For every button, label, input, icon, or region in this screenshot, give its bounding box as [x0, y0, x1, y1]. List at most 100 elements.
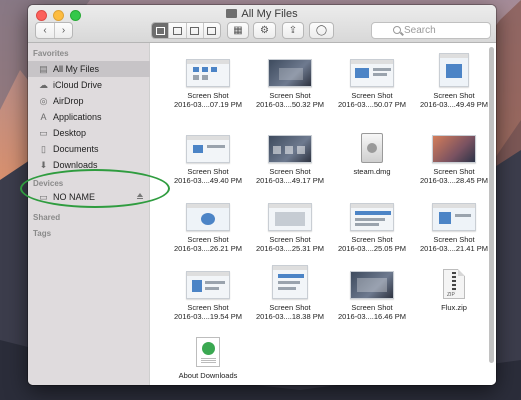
sidebar-item-all-my-files[interactable]: ▤ All My Files — [28, 61, 150, 77]
icon-view-button[interactable] — [152, 23, 169, 38]
file-grid: Screen Shot 2016-03....07.19 PM Screen S… — [150, 43, 496, 385]
file-item[interactable]: Screen Shot 2016-03....19.54 PM — [166, 259, 250, 321]
screenshot-thumbnail — [268, 135, 312, 163]
sidebar-item-documents[interactable]: ▯ Documents — [28, 141, 150, 157]
search-placeholder: Search — [404, 25, 436, 36]
arrange-button[interactable]: ▦ — [227, 22, 249, 39]
file-item[interactable]: Screen Shot 2016-03....26.21 PM — [166, 191, 250, 253]
all-files-icon: ▤ — [39, 63, 48, 74]
file-item[interactable]: ZIP Flux.zip — [412, 259, 496, 312]
file-name-detail: 2016-03....21.41 PM — [420, 244, 488, 253]
search-icon — [393, 26, 401, 34]
file-item[interactable]: About Downloads — [166, 327, 250, 380]
cover-flow-view-button[interactable] — [202, 23, 220, 38]
file-item[interactable]: Screen Shot 2016-03....18.38 PM — [248, 259, 332, 321]
cloud-icon: ☁ — [39, 79, 48, 90]
file-name-detail: 2016-03....18.38 PM — [256, 312, 324, 321]
screenshot-thumbnail — [439, 53, 469, 87]
file-name: Screen Shot — [187, 167, 229, 176]
screenshot-thumbnail — [272, 265, 308, 299]
file-name: Screen Shot — [351, 303, 393, 312]
screenshot-thumbnail — [186, 135, 230, 163]
file-name: steam.dmg — [353, 167, 391, 176]
window-title: All My Files — [28, 8, 496, 20]
sidebar-item-label: Desktop — [53, 128, 87, 138]
list-icon — [172, 26, 182, 35]
file-name-detail: 2016-03....49.49 PM — [420, 100, 488, 109]
downloads-icon: ⬇ — [39, 159, 48, 170]
file-name: Screen Shot — [433, 167, 475, 176]
sidebar-section-devices: Devices — [33, 179, 64, 188]
file-item[interactable]: Screen Shot 2016-03....50.07 PM — [330, 47, 414, 109]
screenshot-thumbnail — [350, 59, 394, 87]
sidebar-item-label: Documents — [53, 144, 99, 154]
file-item[interactable]: Screen Shot 2016-03....49.40 PM — [166, 123, 250, 185]
applications-icon: A — [40, 112, 47, 122]
file-name: Flux.zip — [441, 303, 467, 312]
sidebar: Favorites ▤ All My Files ☁ iCloud Drive … — [28, 43, 150, 385]
sidebar-item-label: iCloud Drive — [53, 80, 103, 90]
sidebar-item-no-name[interactable]: ▭ NO NAME — [28, 189, 150, 205]
share-icon: ⇪ — [288, 25, 298, 36]
file-name-detail: 2016-03....26.21 PM — [174, 244, 242, 253]
edit-tags-button[interactable]: ◯ — [309, 22, 334, 39]
back-forward-buttons: ‹ › — [35, 22, 73, 39]
sidebar-item-icloud-drive[interactable]: ☁ iCloud Drive — [28, 77, 150, 93]
cover-flow-icon — [207, 26, 217, 35]
column-view-button[interactable] — [185, 23, 203, 38]
sidebar-item-label: Downloads — [53, 160, 98, 170]
file-item[interactable]: Screen Shot 2016-03....49.17 PM — [248, 123, 332, 185]
sidebar-item-airdrop[interactable]: ◎ AirDrop — [28, 93, 150, 109]
file-name-detail: 2016-03....50.07 PM — [338, 100, 406, 109]
finder-window: All My Files ‹ › ▦ ⚙ ⇪ ◯ Search Favorite… — [28, 5, 496, 385]
search-input[interactable]: Search — [371, 22, 491, 39]
share-button[interactable]: ⇪ — [282, 22, 304, 39]
file-name-detail: 2016-03....19.54 PM — [174, 312, 242, 321]
file-name: Screen Shot — [351, 91, 393, 100]
grid-icon — [155, 26, 165, 35]
folder-icon — [226, 9, 238, 18]
file-item[interactable]: Screen Shot 2016-03....16.46 PM — [330, 259, 414, 321]
sidebar-item-downloads[interactable]: ⬇ Downloads — [28, 157, 150, 173]
desktop-icon: ▭ — [39, 127, 48, 138]
file-item[interactable]: Screen Shot 2016-03....25.31 PM — [248, 191, 332, 253]
screenshot-thumbnail — [350, 203, 394, 231]
screenshot-thumbnail — [186, 271, 230, 299]
sidebar-item-label: AirDrop — [53, 96, 84, 106]
file-item[interactable]: Screen Shot 2016-03....07.19 PM — [166, 47, 250, 109]
file-item[interactable]: Screen Shot 2016-03....50.32 PM — [248, 47, 332, 109]
file-item[interactable]: Screen Shot 2016-03....49.49 PM — [412, 47, 496, 109]
file-name: Screen Shot — [187, 91, 229, 100]
file-item[interactable]: Screen Shot 2016-03....21.41 PM — [412, 191, 496, 253]
file-name: Screen Shot — [187, 303, 229, 312]
screenshot-thumbnail — [350, 271, 394, 299]
file-item[interactable]: Screen Shot 2016-03....28.45 PM — [412, 123, 496, 185]
documents-icon: ▯ — [41, 143, 46, 154]
sidebar-item-desktop[interactable]: ▭ Desktop — [28, 125, 150, 141]
arrange-icon: ▦ — [233, 25, 243, 36]
sidebar-item-applications[interactable]: A Applications — [28, 109, 150, 125]
file-name-detail: 2016-03....49.17 PM — [256, 176, 324, 185]
screenshot-thumbnail — [268, 203, 312, 231]
file-name-detail: 2016-03....28.45 PM — [420, 176, 488, 185]
file-name: Screen Shot — [269, 303, 311, 312]
forward-button[interactable]: › — [53, 23, 72, 38]
columns-icon — [190, 26, 200, 35]
file-name-detail: 2016-03....16.46 PM — [338, 312, 406, 321]
action-button[interactable]: ⚙ — [253, 22, 276, 39]
sidebar-item-label: All My Files — [53, 64, 100, 74]
file-item[interactable]: Screen Shot 2016-03....25.05 PM — [330, 191, 414, 253]
pdf-document-icon — [196, 337, 220, 367]
screenshot-thumbnail — [432, 203, 476, 231]
drive-icon: ▭ — [39, 191, 48, 202]
file-name: Screen Shot — [433, 235, 475, 244]
file-name: Screen Shot — [433, 91, 475, 100]
list-view-button[interactable] — [168, 23, 185, 38]
file-name-detail: 2016-03....49.40 PM — [174, 176, 242, 185]
eject-icon[interactable] — [137, 193, 143, 199]
file-item[interactable]: steam.dmg — [330, 123, 414, 176]
file-name-detail: 2016-03....25.05 PM — [338, 244, 406, 253]
back-button[interactable]: ‹ — [36, 23, 54, 38]
file-name: Screen Shot — [269, 167, 311, 176]
gear-icon: ⚙ — [260, 25, 269, 36]
